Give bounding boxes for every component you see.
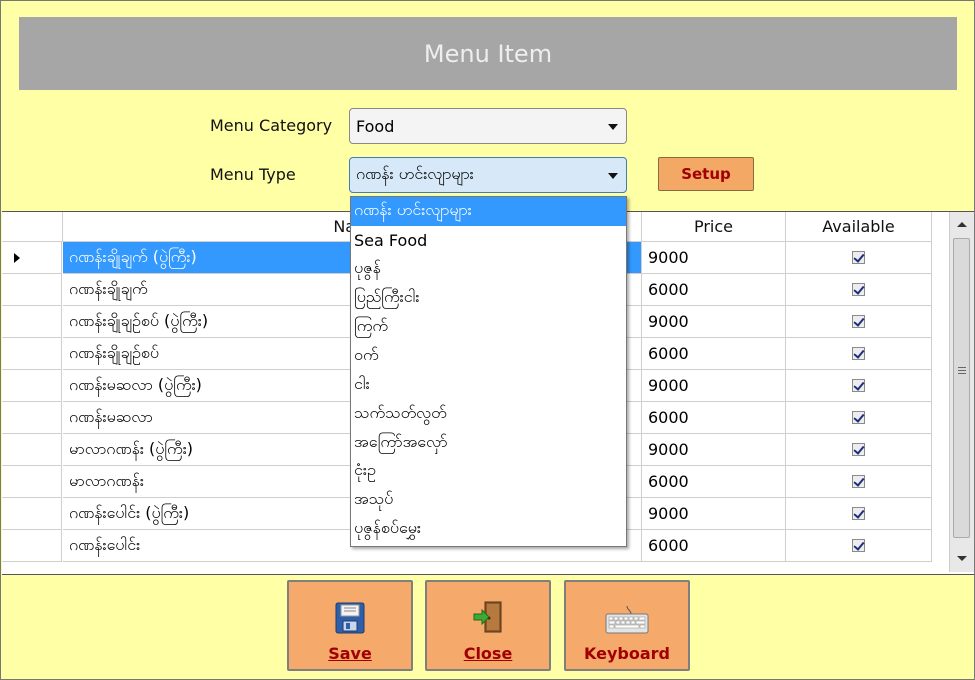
row-header[interactable] — [2, 370, 62, 402]
menu-type-dropdown-list: ဂဏန်း ဟင်းလျာများ Sea Food ပုဇွန် ပြည်ကြီးင… — [350, 196, 627, 547]
cell-available — [786, 466, 932, 498]
available-checkbox[interactable] — [852, 379, 865, 392]
cell-available — [786, 370, 932, 402]
row-header[interactable] — [2, 498, 62, 530]
dropdown-option[interactable]: အကြော်အလှော် — [351, 428, 626, 457]
cell-price[interactable]: 6000 — [642, 274, 786, 306]
dropdown-option[interactable]: ပုဇွန် — [351, 255, 626, 284]
menu-type-select[interactable]: ဂဏန်း ဟင်းလျာများ — [349, 157, 627, 193]
cell-price[interactable]: 9000 — [642, 306, 786, 338]
menu-type-value: ဂဏန်း ဟင်းလျာများ — [356, 164, 474, 183]
keyboard-icon — [605, 605, 649, 638]
row-header[interactable] — [2, 274, 62, 306]
row-header[interactable] — [2, 242, 62, 274]
dropdown-option[interactable]: ငုံးဥ — [351, 457, 626, 486]
cell-price[interactable]: 6000 — [642, 338, 786, 370]
available-checkbox[interactable] — [852, 539, 865, 552]
menu-category-value: Food — [356, 116, 395, 136]
menu-type-label: Menu Type — [210, 165, 296, 184]
column-header-available-label: Available — [822, 217, 895, 236]
column-header-price-label: Price — [693, 217, 734, 236]
dropdown-option[interactable]: သက်သတ်လွတ် — [351, 399, 626, 428]
column-header-price[interactable]: Price — [642, 212, 786, 242]
row-header[interactable] — [2, 338, 62, 370]
column-header-available[interactable]: Available — [786, 212, 932, 242]
grid-corner-header — [2, 212, 63, 242]
close-button[interactable]: Close — [425, 580, 551, 671]
chevron-down-icon — [608, 173, 618, 179]
dropdown-option[interactable]: ဝက် — [351, 341, 626, 370]
grip-line — [958, 367, 966, 368]
cell-available — [786, 402, 932, 434]
available-checkbox[interactable] — [852, 283, 865, 296]
available-checkbox[interactable] — [852, 315, 865, 328]
scroll-up-icon[interactable] — [957, 222, 967, 227]
cell-price[interactable]: 6000 — [642, 466, 786, 498]
cell-available — [786, 242, 932, 274]
row-header[interactable] — [2, 402, 62, 434]
available-checkbox[interactable] — [852, 507, 865, 520]
row-header[interactable] — [2, 530, 62, 562]
dropdown-option[interactable]: အသုပ် — [351, 486, 626, 515]
vertical-scrollbar[interactable] — [949, 212, 974, 572]
cell-price[interactable]: 9000 — [642, 370, 786, 402]
available-checkbox[interactable] — [852, 475, 865, 488]
chevron-down-icon — [608, 124, 618, 130]
door-exit-icon — [471, 600, 505, 638]
dropdown-option[interactable]: ပြည်ကြီးငါး — [351, 284, 626, 313]
grip-line — [958, 373, 966, 374]
grip-line — [958, 370, 966, 371]
row-header[interactable] — [2, 434, 62, 466]
floppy-disk-icon — [335, 602, 365, 638]
dropdown-option[interactable]: ကြက် — [351, 313, 626, 342]
keyboard-button[interactable]: Keyboard — [564, 580, 690, 671]
available-checkbox[interactable] — [852, 411, 865, 424]
dropdown-option[interactable]: ပုဇွန်စပ်မွှေး — [351, 515, 626, 544]
page-title: Menu Item — [423, 39, 553, 68]
dropdown-option[interactable]: Sea Food — [351, 226, 626, 255]
keyboard-button-label: Keyboard — [584, 644, 670, 663]
cell-available — [786, 274, 932, 306]
current-row-arrow-icon — [14, 253, 20, 263]
close-button-label: Close — [463, 644, 513, 663]
dropdown-option[interactable]: ငါး — [351, 370, 626, 399]
scrollbar-thumb[interactable] — [953, 238, 970, 538]
setup-button-label: Setup — [681, 165, 731, 183]
available-checkbox[interactable] — [852, 347, 865, 360]
cell-available — [786, 530, 932, 562]
cell-available — [786, 338, 932, 370]
cell-price[interactable]: 6000 — [642, 402, 786, 434]
menu-category-label: Menu Category — [210, 116, 333, 135]
available-checkbox[interactable] — [852, 443, 865, 456]
cell-available — [786, 434, 932, 466]
dropdown-option[interactable]: ဂဏန်း ဟင်းလျာများ — [351, 197, 626, 226]
cell-available — [786, 306, 932, 338]
cell-price[interactable]: 9000 — [642, 242, 786, 274]
row-header[interactable] — [2, 306, 62, 338]
cell-price[interactable]: 9000 — [642, 434, 786, 466]
save-button[interactable]: Save — [287, 580, 413, 671]
cell-available — [786, 498, 932, 530]
available-checkbox[interactable] — [852, 251, 865, 264]
row-header[interactable] — [2, 466, 62, 498]
menu-category-select[interactable]: Food — [349, 108, 627, 144]
menu-item-window: Menu Item Menu Category Food Menu Type ဂ… — [0, 0, 975, 680]
setup-button[interactable]: Setup — [658, 157, 754, 191]
cell-price[interactable]: 9000 — [642, 498, 786, 530]
scroll-down-icon[interactable] — [957, 556, 967, 561]
page-title-bar: Menu Item — [19, 17, 957, 90]
cell-price[interactable]: 6000 — [642, 530, 786, 562]
save-button-label: Save — [328, 644, 372, 663]
